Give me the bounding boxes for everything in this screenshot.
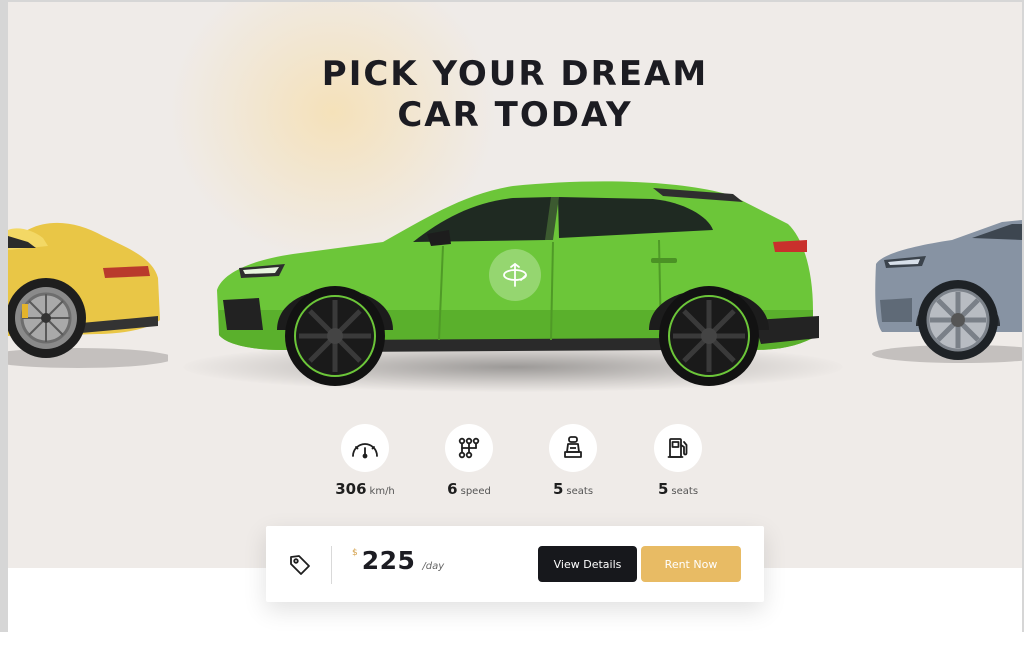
spec-speed: 306 km/h — [315, 424, 415, 498]
price-tag-icon — [290, 555, 310, 575]
specs-row: 306 km/h 6 speed 5 seats 5 seats — [8, 424, 1022, 504]
price-divider — [331, 546, 332, 584]
car-seat-icon — [549, 424, 597, 472]
rotate-view-button[interactable] — [489, 249, 541, 301]
spec-seats-value: 5 — [552, 480, 564, 498]
spec-fuel: 5 seats — [628, 424, 728, 498]
spec-seats-unit: seats — [566, 486, 594, 497]
gearbox-icon — [445, 424, 493, 472]
page-title: PICK YOUR DREAM CAR TODAY — [8, 54, 1022, 136]
price-currency: $ — [352, 548, 358, 558]
spec-gearbox-unit: speed — [460, 486, 491, 497]
title-line-2: CAR TODAY — [397, 95, 633, 135]
spec-gearbox-value: 6 — [447, 480, 458, 498]
price-amount: 225 — [361, 546, 416, 575]
rent-now-button[interactable]: Rent Now — [641, 546, 741, 582]
price-display: $ 225 /day — [352, 546, 444, 586]
speedometer-icon — [341, 424, 389, 472]
car-left-yellow[interactable] — [8, 208, 168, 368]
car-right-grey[interactable] — [872, 214, 1022, 364]
hero-section: PICK YOUR DREAM CAR TODAY 306 km/h 6 spe… — [8, 2, 1022, 568]
spec-speed-unit: km/h — [369, 486, 395, 497]
rotate-360-icon — [503, 262, 527, 287]
spec-fuel-value: 5 — [657, 480, 669, 498]
spec-seats: 5 seats — [523, 424, 623, 498]
spec-gearbox: 6 speed — [419, 424, 519, 498]
below-area — [0, 632, 1024, 648]
title-line-1: PICK YOUR DREAM — [321, 54, 709, 94]
price-period: /day — [422, 561, 445, 572]
spec-fuel-unit: seats — [671, 486, 699, 497]
fuel-pump-icon — [654, 424, 702, 472]
price-card: $ 225 /day View Details Rent Now — [266, 526, 764, 602]
view-details-button[interactable]: View Details — [538, 546, 637, 582]
spec-speed-value: 306 — [335, 480, 367, 498]
